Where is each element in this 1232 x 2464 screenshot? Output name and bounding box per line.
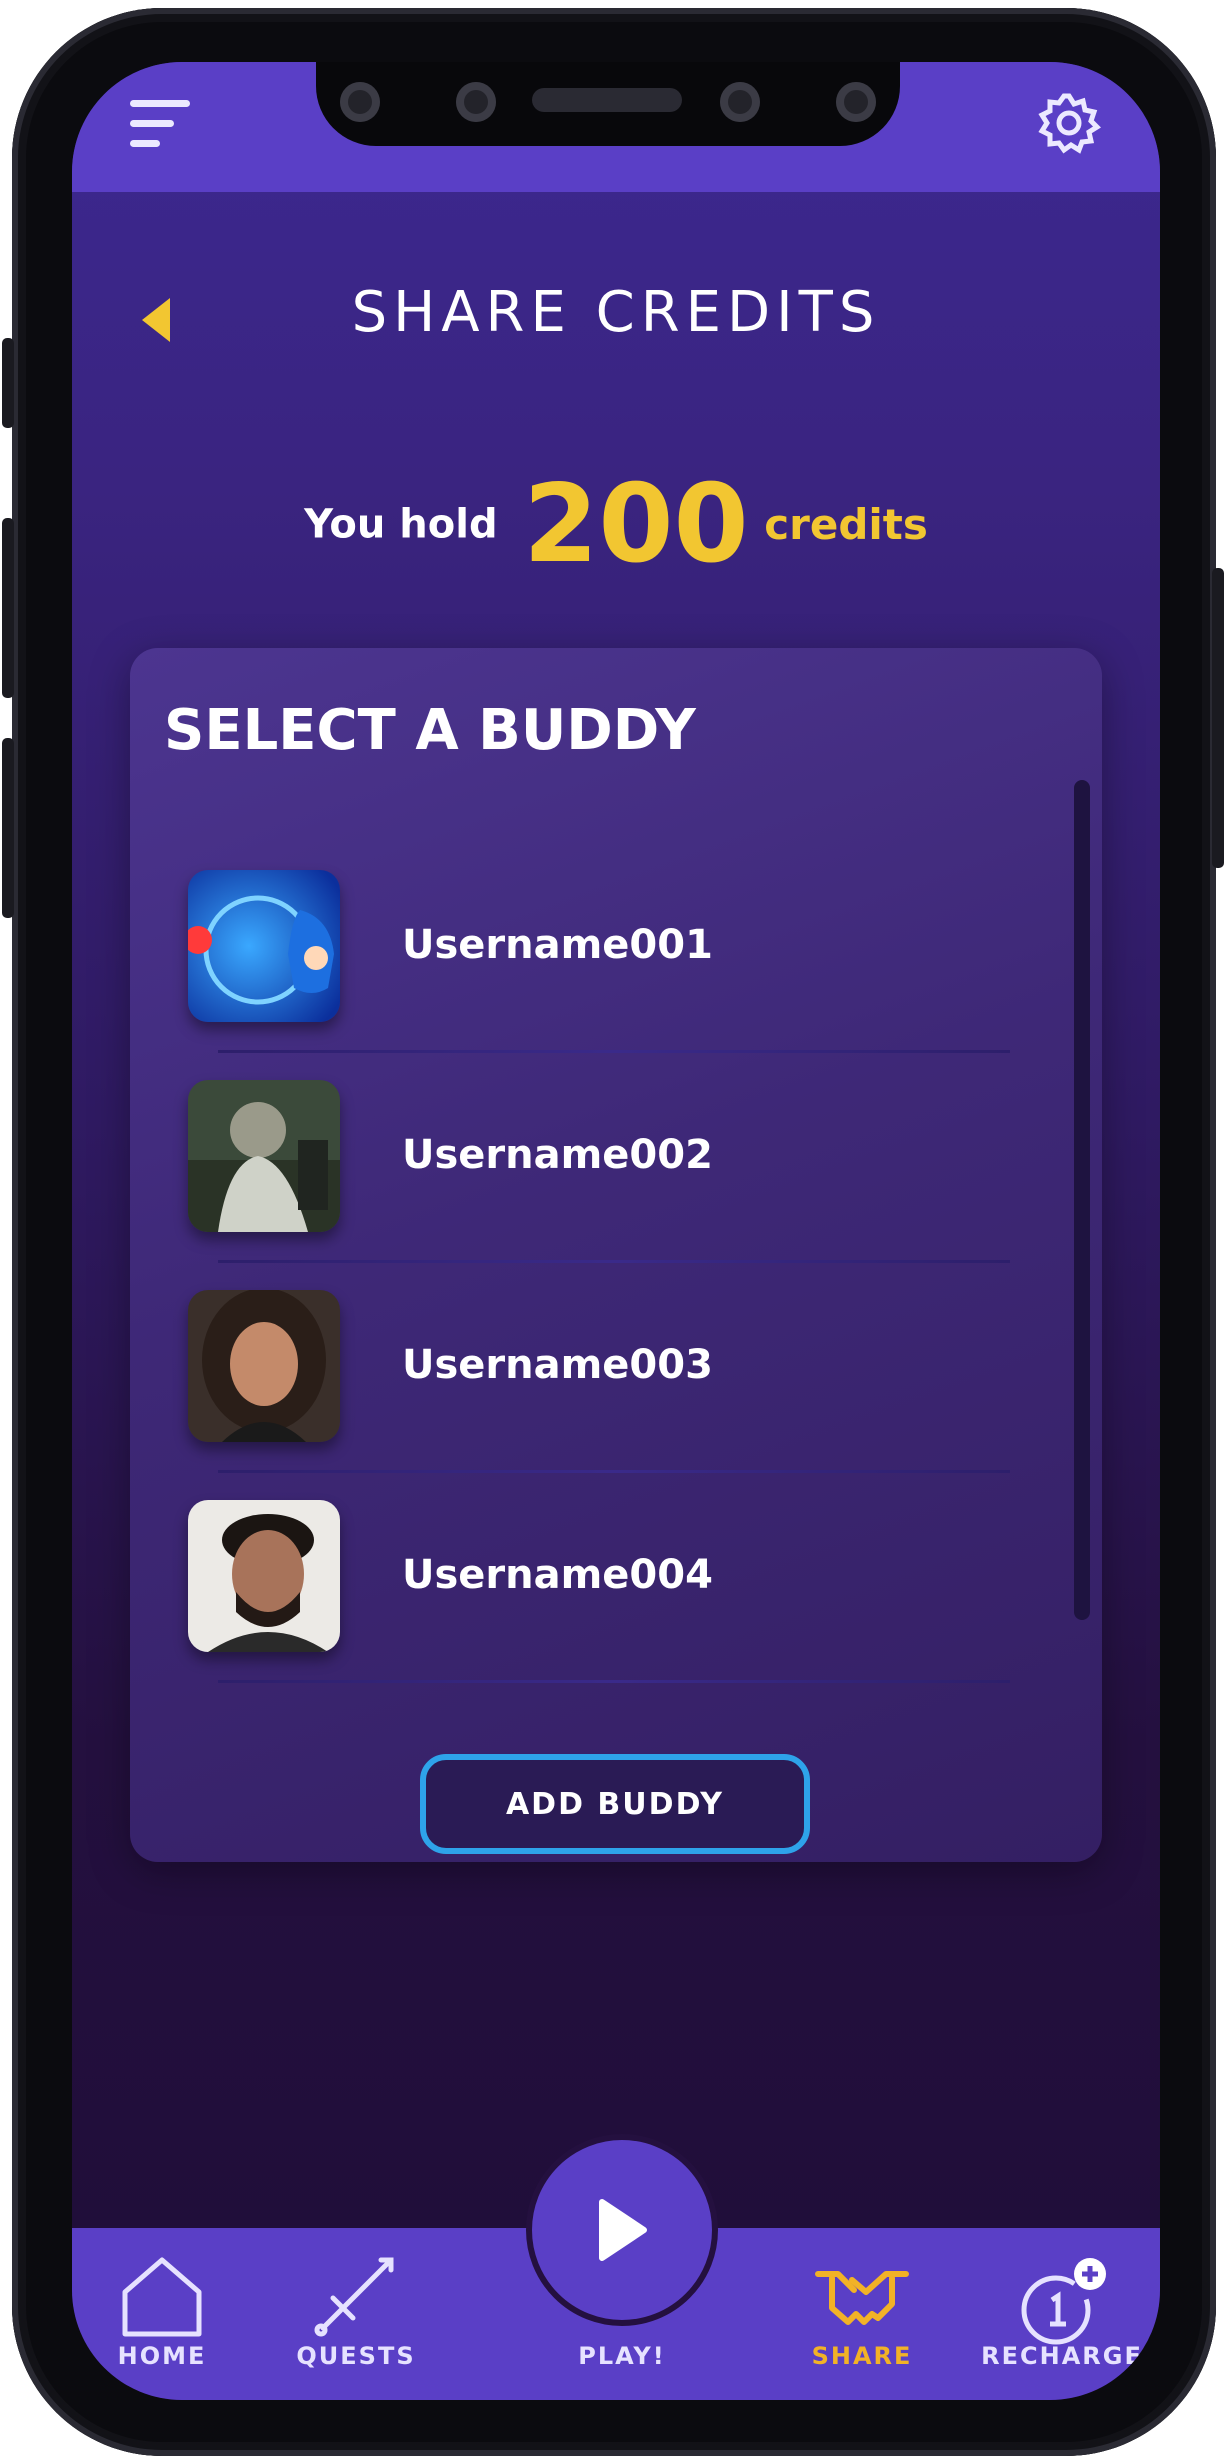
menu-icon[interactable] [130, 88, 200, 158]
divider [218, 1050, 1010, 1053]
divider [218, 1680, 1010, 1683]
tab-label: HOME [117, 2342, 207, 2370]
buddy-username: Username002 [402, 1132, 713, 1178]
home-icon [122, 2257, 202, 2337]
camera-dot [456, 82, 496, 122]
scrollbar[interactable] [1074, 780, 1090, 1620]
tab-home[interactable]: HOME [72, 2232, 252, 2400]
list-item[interactable]: Username002 [188, 1080, 1010, 1263]
tab-quests[interactable]: QUESTS [266, 2232, 446, 2400]
tab-play[interactable]: PLAY! [526, 2232, 718, 2400]
gear-icon[interactable] [1034, 88, 1104, 158]
list-item[interactable]: Username001 [188, 870, 1010, 1053]
avatar [188, 1500, 340, 1652]
panel-title: SELECT A BUDDY [164, 698, 696, 763]
divider [218, 1470, 1010, 1473]
divider [218, 1260, 1010, 1263]
phone-notch [316, 62, 900, 146]
tab-label: RECHARGE [981, 2342, 1143, 2370]
buddy-username: Username001 [402, 922, 713, 968]
phone-side-button [2, 518, 14, 698]
list-item[interactable]: Username003 [188, 1290, 1010, 1473]
tab-label: SHARE [811, 2342, 913, 2370]
credits-label: You hold [304, 501, 498, 548]
camera-dot [836, 82, 876, 122]
avatar [188, 1080, 340, 1232]
tab-label: QUESTS [296, 2342, 416, 2370]
buddy-username: Username004 [402, 1552, 713, 1598]
camera-dot [340, 82, 380, 122]
phone-side-button [2, 738, 14, 918]
credits-value: 200 [523, 462, 749, 587]
phone-side-button [1212, 568, 1224, 868]
phone-side-button [2, 338, 14, 428]
speaker-grille [532, 88, 682, 112]
add-buddy-button[interactable]: ADD BUDDY [420, 1754, 810, 1854]
list-item[interactable]: Username004 [188, 1500, 1010, 1683]
tab-recharge[interactable]: RECHARGE [972, 2232, 1152, 2400]
page-title: SHARE CREDITS [351, 280, 881, 345]
avatar [188, 1290, 340, 1442]
tab-label: PLAY! [578, 2342, 666, 2370]
credits-unit: credits [764, 500, 928, 549]
avatar [188, 870, 340, 1022]
buddy-username: Username003 [402, 1342, 713, 1388]
app-screen: SHARE CREDITS You hold 200 credits SELEC… [72, 62, 1160, 2400]
credits-summary: You hold 200 credits [72, 462, 1160, 587]
buddy-panel: SELECT A BUDDY Username001 Username002 U… [130, 648, 1102, 1862]
sword-icon [314, 2257, 394, 2337]
tab-share[interactable]: SHARE [772, 2232, 952, 2400]
handshake-icon [815, 2271, 909, 2325]
camera-dot [720, 82, 760, 122]
recharge-icon [1021, 2258, 1106, 2345]
